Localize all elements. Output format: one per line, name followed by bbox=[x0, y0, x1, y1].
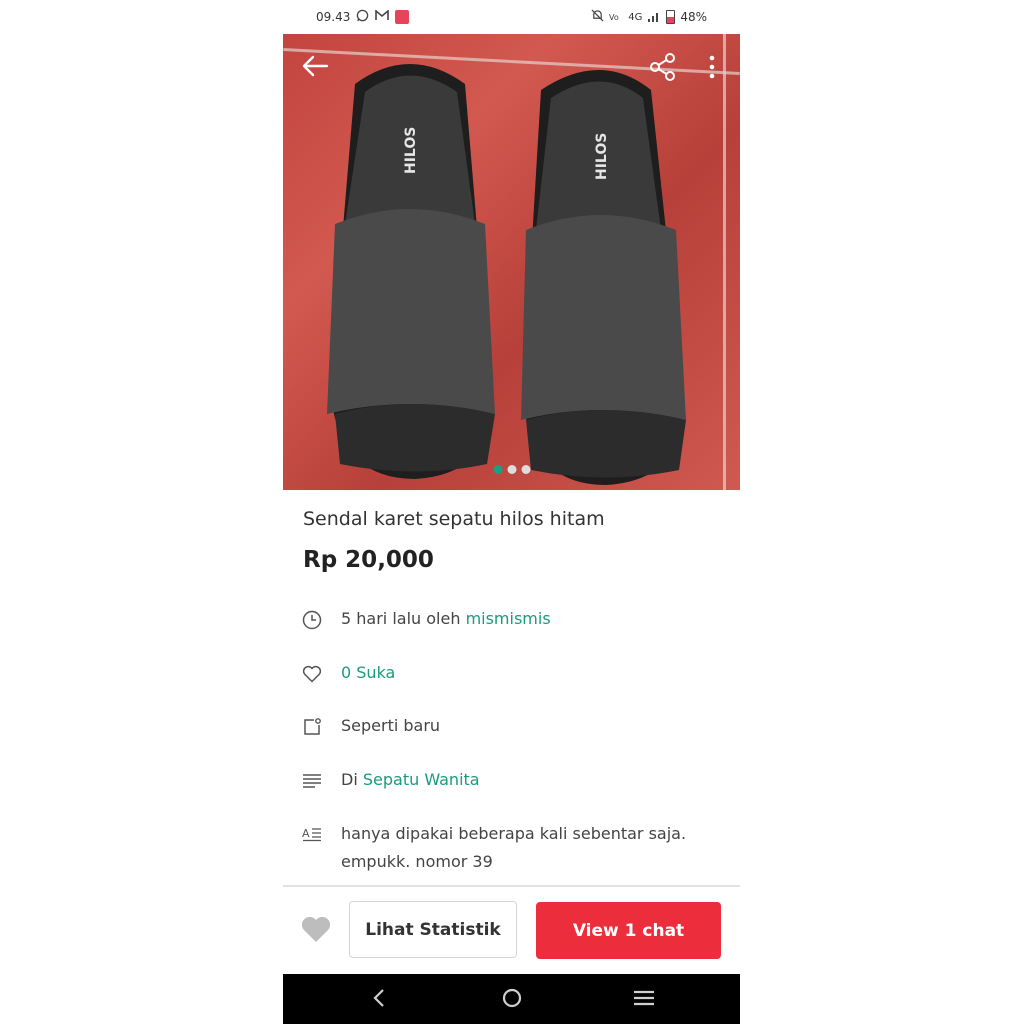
phone-screen: 09.43 Vo 4G 48% HILOS HILOS Sendal karet… bbox=[283, 0, 740, 1024]
condition-row: Seperti baru bbox=[301, 716, 440, 738]
likes-row: 0 Suka bbox=[301, 663, 395, 685]
whatsapp-icon bbox=[356, 9, 369, 25]
status-bar: 09.43 Vo 4G 48% bbox=[283, 0, 740, 34]
product-title: Sendal karet sepatu hilos hitam bbox=[303, 508, 605, 530]
heart-outline-icon bbox=[301, 663, 323, 685]
recent-apps-nav-icon[interactable] bbox=[633, 986, 655, 1014]
home-nav-icon[interactable] bbox=[501, 986, 523, 1014]
pager-dot[interactable] bbox=[507, 465, 516, 474]
network-type: 4G bbox=[628, 11, 643, 23]
posted-time-row: 5 hari lalu oleh mismismis bbox=[301, 609, 551, 631]
battery-level: 48% bbox=[680, 10, 707, 24]
product-photo[interactable]: HILOS HILOS bbox=[283, 34, 740, 490]
product-price: Rp 20,000 bbox=[303, 547, 434, 573]
back-arrow-icon[interactable] bbox=[301, 54, 329, 83]
description-line-1: hanya dipakai beberapa kali sebentar saj… bbox=[341, 824, 687, 843]
svg-text:A: A bbox=[302, 827, 310, 840]
volte-icon: Vo bbox=[609, 10, 623, 25]
category-link[interactable]: Sepatu Wanita bbox=[363, 770, 480, 789]
divider bbox=[283, 885, 740, 887]
condition-tag-icon bbox=[301, 716, 323, 738]
share-icon[interactable] bbox=[649, 52, 677, 87]
signal-icon bbox=[647, 10, 661, 25]
category-prefix: Di bbox=[341, 770, 358, 789]
mute-icon bbox=[591, 9, 604, 25]
description-line-2: empukk. nomor 39 bbox=[341, 852, 493, 871]
category-row: Di Sepatu Wanita bbox=[301, 770, 480, 792]
right-sandal-image: HILOS bbox=[521, 70, 686, 485]
description-row: A hanya dipakai beberapa kali sebentar s… bbox=[301, 820, 731, 876]
back-nav-icon[interactable] bbox=[372, 986, 386, 1014]
posted-time-text: 5 hari lalu oleh bbox=[341, 609, 461, 628]
status-time: 09.43 bbox=[316, 10, 351, 24]
pager-dot[interactable] bbox=[521, 465, 530, 474]
likes-count[interactable]: 0 Suka bbox=[341, 663, 395, 682]
view-statistics-button[interactable]: Lihat Statistik bbox=[349, 901, 517, 958]
pager-dot[interactable] bbox=[493, 465, 502, 474]
like-button-heart-icon[interactable] bbox=[300, 915, 332, 947]
more-options-icon[interactable] bbox=[708, 54, 716, 85]
gmail-icon bbox=[375, 9, 390, 24]
view-chat-button[interactable]: View 1 chat bbox=[536, 902, 721, 959]
condition-text: Seperti baru bbox=[341, 716, 441, 735]
left-sandal-image: HILOS bbox=[327, 64, 495, 479]
description-text-icon: A bbox=[301, 823, 323, 845]
app-notification-icon bbox=[395, 10, 410, 24]
category-list-icon bbox=[301, 770, 323, 792]
brand-label: HILOS bbox=[403, 127, 419, 174]
system-navigation-bar bbox=[283, 974, 740, 1024]
brand-label: HILOS bbox=[594, 133, 610, 180]
svg-text:Vo: Vo bbox=[609, 13, 619, 22]
image-pager bbox=[493, 465, 530, 474]
clock-icon bbox=[301, 609, 323, 631]
battery-icon bbox=[666, 10, 676, 24]
seller-link[interactable]: mismismis bbox=[466, 609, 551, 628]
tile-grout bbox=[723, 34, 726, 490]
